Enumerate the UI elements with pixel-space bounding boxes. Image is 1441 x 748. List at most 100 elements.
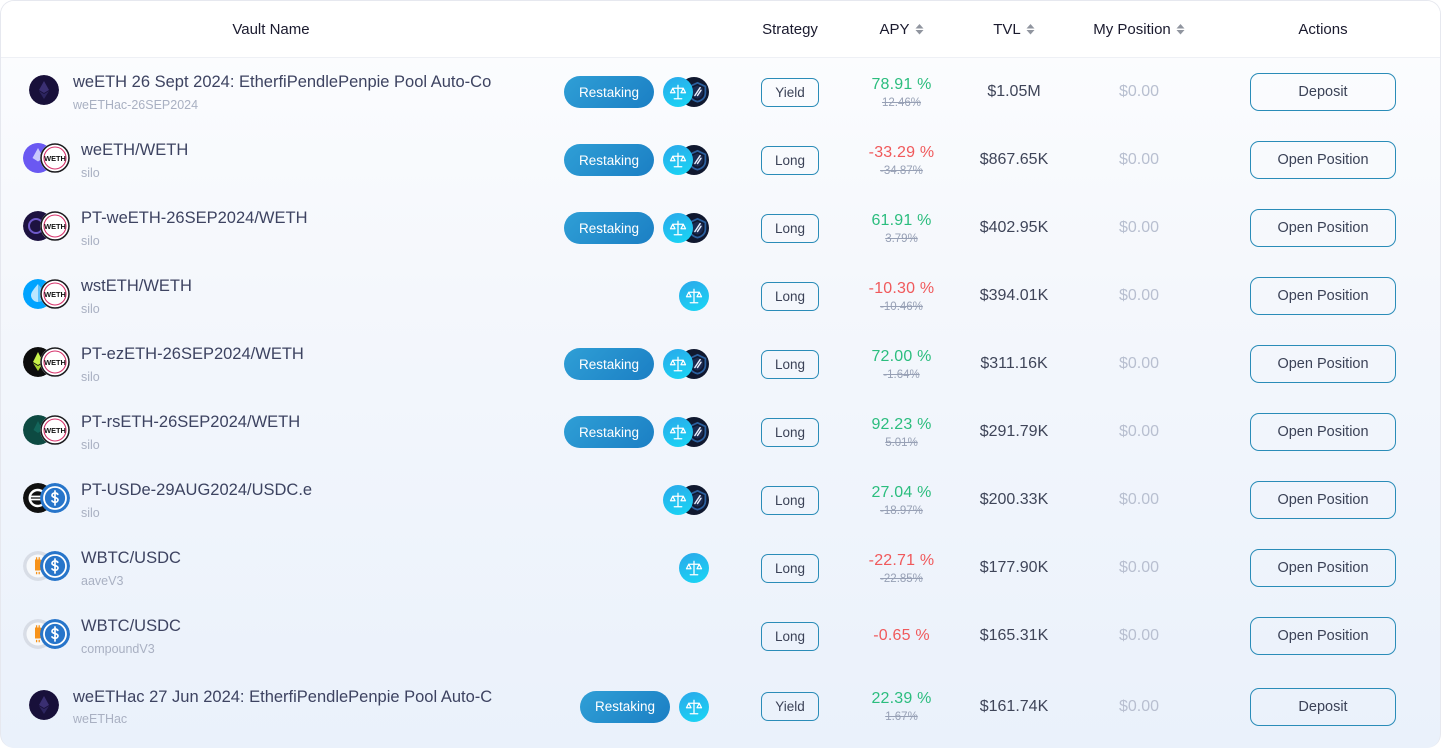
token-icon-weth: WETH xyxy=(40,347,70,377)
token-pair-icons: WETH xyxy=(23,143,70,177)
open-position-button[interactable]: Open Position xyxy=(1250,141,1396,179)
svg-text:WETH: WETH xyxy=(44,426,66,435)
vault-title: WBTC/USDC xyxy=(81,617,181,636)
token-icon-weth: WETH xyxy=(40,143,70,173)
vault-badges-cell xyxy=(541,553,731,583)
vault-badges-cell: Restaking xyxy=(541,212,731,244)
table-row[interactable]: weETH 26 Sept 2024: EtherfiPendlePenpie … xyxy=(1,58,1440,126)
vault-badges-cell: Restaking xyxy=(541,416,731,448)
token-icon-weth: WETH xyxy=(40,279,70,309)
scales-icon xyxy=(663,349,693,379)
table-row[interactable]: PT-USDe-29AUG2024/USDC.e silo Long 27.04 % -… xyxy=(1,466,1440,534)
vault-badges-cell: Restaking xyxy=(541,690,731,723)
apy-cell: 72.00 % -1.64% xyxy=(849,348,954,381)
apy-cell: -22.71 % -22.85% xyxy=(849,552,954,585)
vault-badges-cell: Restaking xyxy=(541,144,731,176)
tvl-value: $165.31K xyxy=(979,627,1049,644)
table-row[interactable]: WBTC/USDC aaveV3 Long -22.71 % -22.85% $177.9… xyxy=(1,534,1440,602)
vault-name-cell: WETH PT-rsETH-26SEP2024/WETH silo xyxy=(1,412,541,452)
tvl-value: $291.79K xyxy=(979,423,1049,440)
open-position-button[interactable]: Open Position xyxy=(1250,345,1396,383)
open-position-button[interactable]: Open Position xyxy=(1250,617,1396,655)
deposit-button[interactable]: Deposit xyxy=(1250,73,1396,111)
deposit-button[interactable]: Deposit xyxy=(1250,687,1396,726)
strategy-cell: Long xyxy=(731,417,849,447)
table-row[interactable]: WETH PT-weETH-26SEP2024/WETH silo Restaking… xyxy=(1,194,1440,262)
strategy-cell: Long xyxy=(731,145,849,175)
protocol-icons xyxy=(663,145,709,175)
vault-subtitle: silo xyxy=(81,369,100,384)
open-position-button[interactable]: Open Position xyxy=(1250,549,1396,587)
scales-icon xyxy=(679,281,709,311)
vault-subtitle: silo xyxy=(81,437,100,452)
column-header-label: TVL xyxy=(993,20,1021,38)
open-position-button[interactable]: Open Position xyxy=(1250,209,1396,247)
strategy-badge: Long xyxy=(760,485,820,515)
strategy-badge: Long xyxy=(760,213,820,243)
vault-name-cell: WBTC/USDC aaveV3 xyxy=(1,548,541,588)
protocol-icons xyxy=(663,485,709,515)
restaking-badge: Restaking xyxy=(563,76,654,108)
vault-name-cell: WETH PT-weETH-26SEP2024/WETH silo xyxy=(1,208,541,248)
vault-subtitle: silo xyxy=(81,165,100,180)
apy-cell: 61.91 % 3.79% xyxy=(849,212,954,245)
open-position-button[interactable]: Open Position xyxy=(1250,481,1396,519)
column-header-apy[interactable]: APY xyxy=(849,21,954,38)
restaking-badge: Restaking xyxy=(563,212,654,244)
vault-table-body: weETH 26 Sept 2024: EtherfiPendlePenpie … xyxy=(1,58,1440,743)
actions-cell: Open Position xyxy=(1204,481,1440,519)
actions-cell: Open Position xyxy=(1204,209,1440,247)
vault-name-text: wstETH/WETH silo xyxy=(81,276,192,316)
protocol-icons xyxy=(679,281,709,311)
table-row[interactable]: weETHac 27 Jun 2024: EtherfiPendlePenpie… xyxy=(1,670,1440,743)
vault-name-cell: weETHac 27 Jun 2024: EtherfiPendlePenpie… xyxy=(1,687,541,727)
column-header-tvl[interactable]: TVL xyxy=(954,21,1074,38)
token-pair-icons xyxy=(23,483,70,517)
tvl-value: $200.33K xyxy=(979,491,1049,508)
sort-chevron-icon[interactable] xyxy=(1176,23,1185,35)
protocol-icons xyxy=(663,213,709,243)
vault-subtitle: weETHac-26SEP2024 xyxy=(73,97,199,112)
table-row[interactable]: WETH PT-rsETH-26SEP2024/WETH silo Restaking… xyxy=(1,398,1440,466)
vault-name-text: WBTC/USDC compoundV3 xyxy=(81,616,181,656)
vault-subtitle: weETHac xyxy=(73,712,128,727)
strategy-cell: Yield xyxy=(731,692,849,721)
column-header-label: My Position xyxy=(1093,20,1171,38)
token-icon-weth: WETH xyxy=(40,211,70,241)
vault-title: PT-USDe-29AUG2024/USDC.e xyxy=(81,481,313,500)
strategy-badge: Long xyxy=(760,621,820,651)
scales-icon xyxy=(679,691,709,722)
vault-name-text: PT-weETH-26SEP2024/WETH silo xyxy=(81,208,308,248)
apy-cell: -10.30 % -10.46% xyxy=(849,280,954,313)
column-header-my-position[interactable]: My Position xyxy=(1074,21,1204,38)
table-row[interactable]: WETH weETH/WETH silo Restaking Long -33.29 % -… xyxy=(1,126,1440,194)
vault-badges-cell xyxy=(541,281,731,311)
table-row[interactable]: WBTC/USDC compoundV3 Long -0.65 % $165.31K $0… xyxy=(1,602,1440,670)
vault-title: PT-weETH-26SEP2024/WETH xyxy=(81,209,308,228)
sort-chevron-icon[interactable] xyxy=(1026,23,1035,35)
apy-value: -0.65 % xyxy=(873,627,930,644)
strategy-cell: Long xyxy=(731,281,849,311)
actions-cell: Open Position xyxy=(1204,549,1440,587)
column-header-vault-name: Vault Name xyxy=(1,21,541,38)
protocol-icons xyxy=(663,417,709,447)
token-icon-weeth-dark xyxy=(29,75,59,105)
actions-cell: Open Position xyxy=(1204,413,1440,451)
open-position-button[interactable]: Open Position xyxy=(1250,277,1396,315)
open-position-button[interactable]: Open Position xyxy=(1250,413,1396,451)
apy-previous-value: 3.79% xyxy=(885,232,918,245)
svg-text:WETH: WETH xyxy=(44,222,66,231)
apy-cell: -0.65 % xyxy=(849,627,954,645)
vault-name-text: weETH/WETH silo xyxy=(81,140,188,180)
scales-icon xyxy=(679,553,709,583)
vault-subtitle: aaveV3 xyxy=(81,573,124,588)
my-position-value: $0.00 xyxy=(1118,151,1160,168)
vault-name-cell: WETH wstETH/WETH silo xyxy=(1,276,541,316)
table-row[interactable]: WETH wstETH/WETH silo Long -10.30 % -10.46% $3… xyxy=(1,262,1440,330)
apy-value: -33.29 % xyxy=(868,143,935,161)
tvl-value: $177.90K xyxy=(979,559,1049,576)
table-row[interactable]: WETH PT-ezETH-26SEP2024/WETH silo Restaking… xyxy=(1,330,1440,398)
sort-chevron-icon[interactable] xyxy=(915,23,924,35)
token-icon-weth: WETH xyxy=(40,415,70,445)
apy-previous-value: 12.46% xyxy=(881,96,921,109)
